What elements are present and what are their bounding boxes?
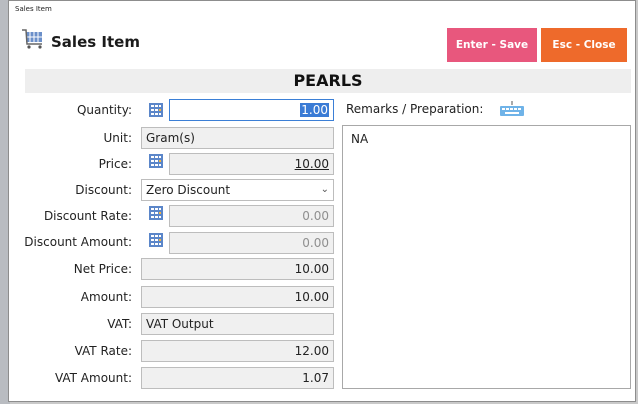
vat-rate-label: VAT Rate: (74, 344, 132, 358)
product-name: PEARLS (293, 71, 363, 90)
vat-rate-field: 12.00 (141, 340, 334, 362)
dialog-heading: Sales Item (51, 33, 140, 51)
net-price-label: Net Price: (73, 262, 132, 276)
window-title: Sales Item (15, 5, 52, 13)
calculator-icon[interactable] (149, 233, 163, 247)
quantity-label: Quantity: (76, 103, 132, 117)
vat-amount-field: 1.07 (141, 367, 334, 389)
remarks-label: Remarks / Preparation: (346, 102, 484, 116)
price-label: Price: (98, 157, 132, 171)
calculator-icon[interactable] (149, 206, 163, 220)
unit-field: Gram(s) (141, 127, 334, 149)
unit-label: Unit: (103, 131, 132, 145)
calculator-icon[interactable] (149, 103, 163, 117)
enter-save-button[interactable]: Enter - Save (447, 28, 537, 62)
vat-field: VAT Output (141, 313, 334, 335)
discount-select[interactable]: Zero Discount ⌄ (141, 179, 334, 201)
discount-rate-input: 0.00 (169, 205, 334, 227)
keyboard-icon[interactable] (499, 99, 525, 117)
calculator-icon[interactable] (149, 154, 163, 168)
discount-rate-label: Discount Rate: (43, 209, 132, 223)
product-banner: PEARLS (25, 69, 631, 93)
net-price-field: 10.00 (141, 258, 334, 280)
vat-label: VAT: (107, 317, 132, 331)
price-input[interactable]: 10.00 (169, 153, 334, 175)
quantity-input[interactable]: 1.00 (169, 99, 334, 121)
cart-icon (22, 29, 42, 49)
remarks-textarea[interactable]: NA (342, 125, 631, 389)
discount-amount-input: 0.00 (169, 232, 334, 254)
sales-item-dialog: Sales Item Sales Item Enter - Save Esc -… (8, 0, 636, 402)
discount-label: Discount: (75, 183, 132, 197)
chevron-down-icon[interactable]: ⌄ (321, 180, 329, 200)
discount-value: Zero Discount (146, 183, 231, 197)
amount-label: Amount: (80, 290, 132, 304)
vat-amount-label: VAT Amount: (54, 371, 132, 385)
amount-field: 10.00 (141, 286, 334, 308)
discount-amount-label: Discount Amount: (24, 235, 132, 249)
esc-close-button[interactable]: Esc - Close (541, 28, 627, 62)
